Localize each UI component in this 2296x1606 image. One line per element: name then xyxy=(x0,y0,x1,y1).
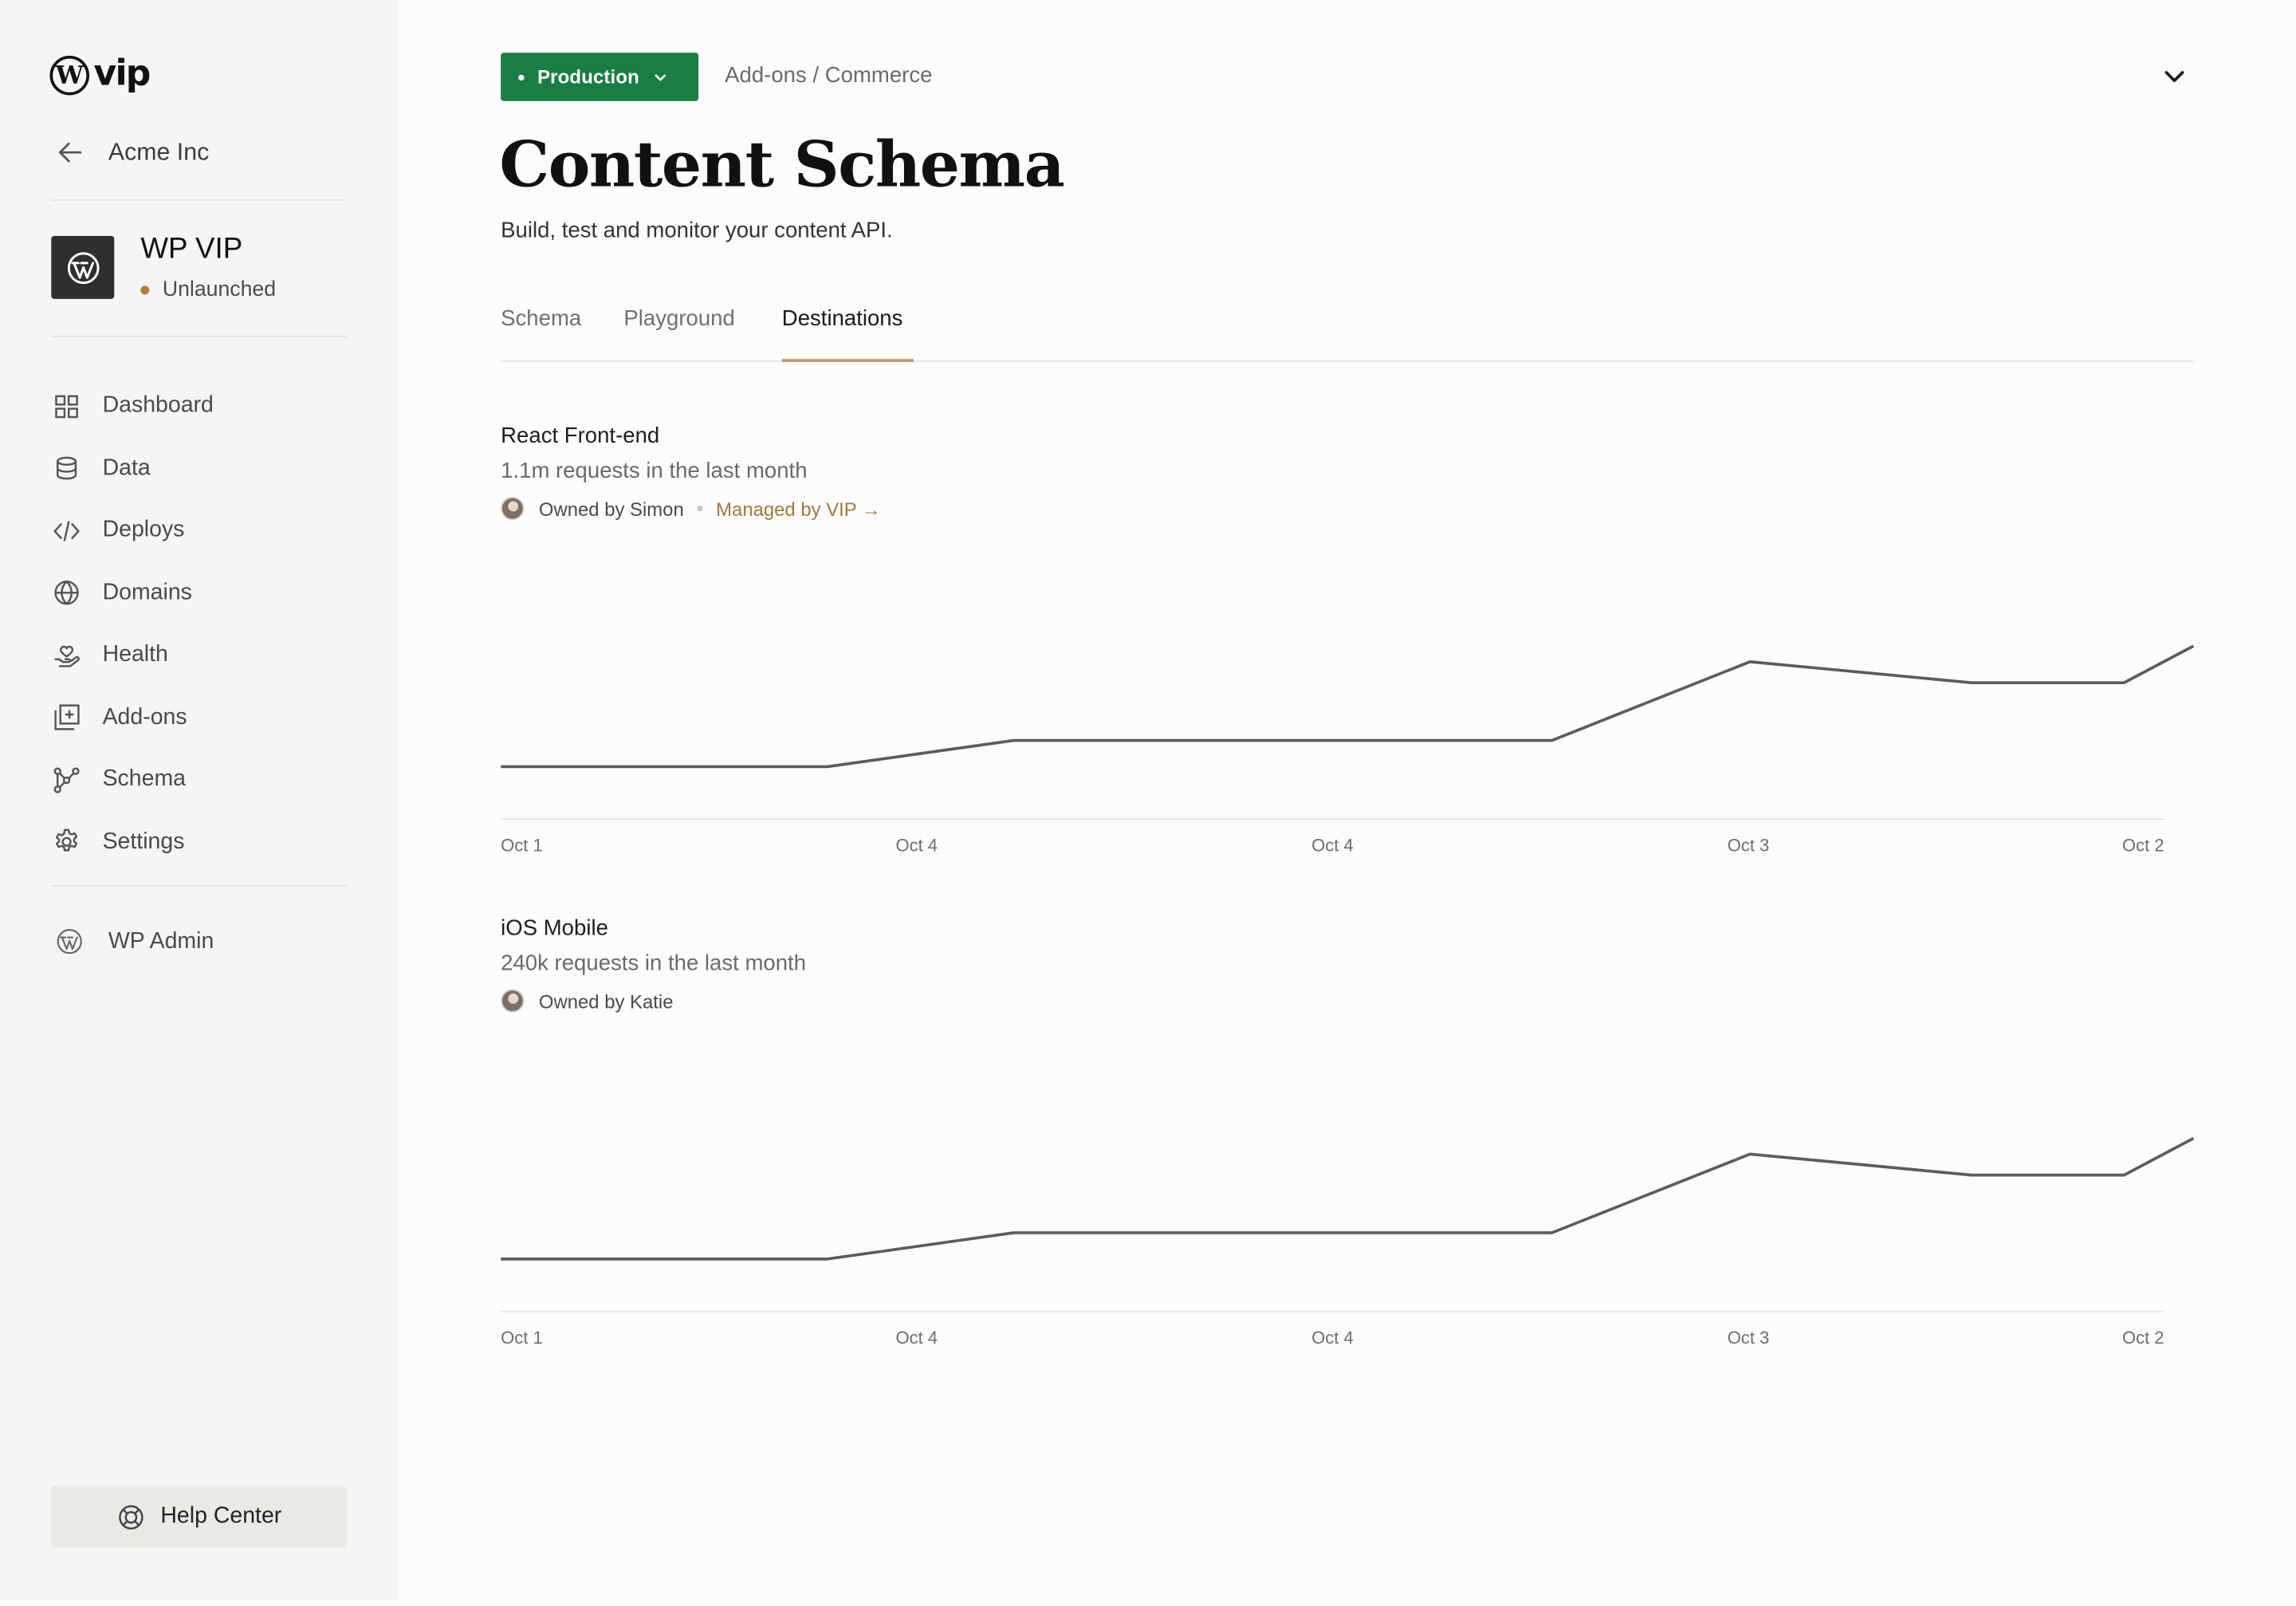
add-ons-icon xyxy=(54,704,80,731)
x-tick-label: Oct 2 xyxy=(2122,1328,2164,1348)
database-icon xyxy=(57,457,77,480)
tab-bar: Schema Playground Destinations xyxy=(501,297,2194,362)
x-tick-label: Oct 4 xyxy=(895,836,938,856)
expand-menu-button[interactable] xyxy=(2161,63,2188,96)
status-dot xyxy=(140,285,150,295)
owner-row: Owned by Katie xyxy=(501,989,2193,1013)
sidebar-nav: Dashboard Data Deploys Domains Health Ad… xyxy=(53,375,214,873)
sidebar-item-domains[interactable]: Domains xyxy=(53,562,214,624)
sidebar: W vip Acme Inc WP VIP Unlaunched Dashboa… xyxy=(0,0,399,1600)
globe-icon xyxy=(54,581,79,606)
sidebar-item-label: Data xyxy=(102,455,151,481)
sidebar-item-label: Dashboard xyxy=(102,392,214,419)
back-to-org-link[interactable]: Acme Inc xyxy=(56,138,209,167)
code-icon xyxy=(53,521,80,541)
owner-row: Owned by Simon Managed by VIP → xyxy=(501,496,2193,521)
sidebar-item-data[interactable]: Data xyxy=(53,438,214,500)
sidebar-item-label: Domains xyxy=(102,580,192,605)
wp-admin-link[interactable]: WP Admin xyxy=(56,927,214,955)
sidebar-item-label: Health xyxy=(102,642,168,667)
wordpress-logo-icon: W xyxy=(49,55,90,96)
app-window: W vip Acme Inc WP VIP Unlaunched Dashboa… xyxy=(0,0,2296,1606)
line-chart: Oct 1 Oct 4 Oct 4 Oct 3 Oct 2 xyxy=(501,1136,2195,1348)
environment-dropdown[interactable]: Production xyxy=(501,53,699,101)
tab-playground[interactable]: Playground xyxy=(623,306,734,331)
x-tick-label: Oct 4 xyxy=(1311,836,1354,856)
help-center-button[interactable]: Help Center xyxy=(51,1486,348,1548)
avatar xyxy=(501,496,525,521)
sidebar-divider xyxy=(51,884,348,887)
wp-admin-label: WP Admin xyxy=(108,928,214,954)
sidebar-item-label: Deploys xyxy=(102,518,185,543)
main-content: Production Add-ons / Commerce Content Sc… xyxy=(399,0,2296,1606)
owner-label: Owned by Simon xyxy=(538,497,684,520)
page-title: Content Schema xyxy=(499,128,1065,203)
site-name: WP VIP xyxy=(140,233,243,266)
active-tab-indicator xyxy=(781,359,914,362)
sidebar-item-label: Settings xyxy=(102,829,185,854)
environment-dot xyxy=(518,73,525,81)
destination-card: React Front-end 1.1m requests in the las… xyxy=(501,423,2193,521)
tab-destinations[interactable]: Destinations xyxy=(782,306,903,331)
sidebar-item-settings[interactable]: Settings xyxy=(53,811,214,873)
x-tick-label: Oct 2 xyxy=(2122,836,2164,856)
chevron-down-icon xyxy=(654,73,666,81)
vip-logo[interactable]: W vip xyxy=(49,53,151,96)
requests-chart: Oct 1 Oct 4 Oct 4 Oct 3 Oct 2 xyxy=(501,1049,2200,1357)
line-chart: Oct 1 Oct 4 Oct 4 Oct 3 Oct 2 xyxy=(501,644,2195,856)
arrow-left-icon xyxy=(58,142,82,163)
lifebuoy-icon xyxy=(118,1504,143,1529)
site-switcher[interactable]: WP VIP Unlaunched xyxy=(51,233,277,302)
x-tick-label: Oct 3 xyxy=(1728,836,1770,856)
breadcrumb[interactable]: Add-ons / Commerce xyxy=(725,63,932,88)
sidebar-divider xyxy=(51,335,348,337)
site-logo xyxy=(51,235,115,299)
sidebar-item-dashboard[interactable]: Dashboard xyxy=(53,375,214,437)
wordpress-icon xyxy=(57,929,82,955)
help-center-label: Help Center xyxy=(160,1503,282,1529)
wordpress-icon xyxy=(66,251,99,284)
environment-label: Production xyxy=(537,65,639,89)
x-tick-label: Oct 4 xyxy=(895,1328,938,1348)
sidebar-item-health[interactable]: Health xyxy=(53,624,214,687)
sidebar-item-deploys[interactable]: Deploys xyxy=(53,500,214,562)
health-icon xyxy=(54,645,80,667)
destination-requests: 1.1m requests in the last month xyxy=(501,459,808,484)
schema-icon xyxy=(53,767,80,793)
owner-label: Owned by Katie xyxy=(538,990,674,1012)
gear-icon xyxy=(55,829,78,852)
x-tick-label: Oct 1 xyxy=(501,836,543,856)
avatar xyxy=(501,989,525,1013)
site-status-label: Unlaunched xyxy=(162,278,277,302)
sidebar-item-label: Add-ons xyxy=(102,704,187,730)
x-tick-label: Oct 1 xyxy=(501,1328,543,1348)
org-name: Acme Inc xyxy=(108,138,210,165)
sidebar-item-label: Schema xyxy=(102,766,187,792)
tab-schema[interactable]: Schema xyxy=(501,306,581,331)
destination-title[interactable]: iOS Mobile xyxy=(501,916,2193,941)
sidebar-item-add-ons[interactable]: Add-ons xyxy=(53,687,214,749)
dashboard-icon xyxy=(55,395,78,418)
managed-by-vip-link[interactable]: Managed by VIP → xyxy=(716,498,881,520)
vip-logo-text: vip xyxy=(93,53,151,94)
x-tick-label: Oct 4 xyxy=(1311,1328,1354,1348)
site-status: Unlaunched xyxy=(140,278,277,302)
sidebar-divider xyxy=(51,199,348,201)
x-tick-label: Oct 3 xyxy=(1728,1328,1770,1348)
chevron-down-icon xyxy=(2164,71,2184,82)
requests-chart: Oct 1 Oct 4 Oct 4 Oct 3 Oct 2 xyxy=(501,557,2200,864)
destination-requests: 240k requests in the last month xyxy=(501,951,807,976)
sidebar-item-schema[interactable]: Schema xyxy=(53,749,214,811)
destination-card: iOS Mobile 240k requests in the last mon… xyxy=(501,916,2193,1013)
separator-dot xyxy=(697,505,703,512)
series-line xyxy=(501,1136,2195,1261)
page-subtitle: Build, test and monitor your content API… xyxy=(501,218,893,244)
destination-title[interactable]: React Front-end xyxy=(501,423,2193,448)
series-line xyxy=(501,644,2195,769)
